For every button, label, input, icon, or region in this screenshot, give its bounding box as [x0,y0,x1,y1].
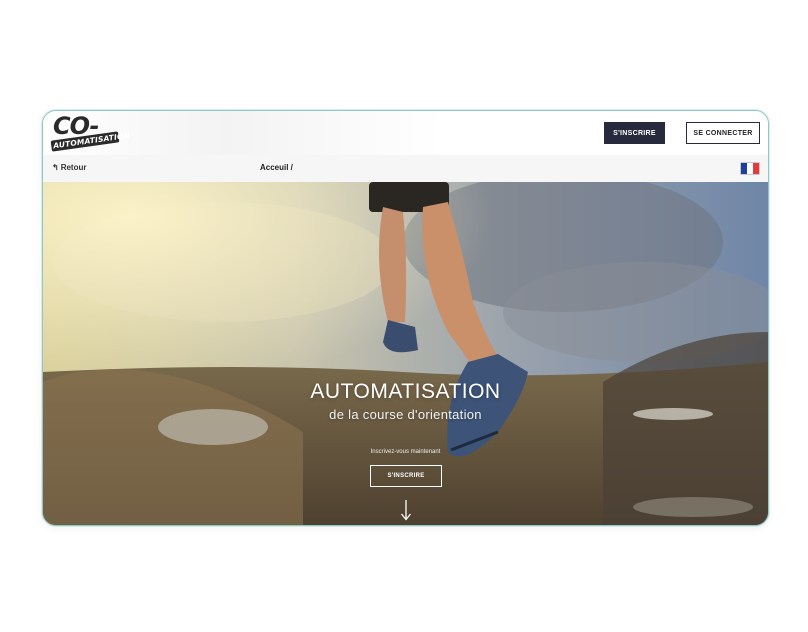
hero-banner: AUTOMATISATION de la course d'orientatio… [43,182,768,525]
hero-signup-button[interactable]: S'INSCRIRE [370,465,442,487]
hero-subtitle: de la course d'orientation [329,407,482,422]
hero-cta-text: Inscrivez-vous maintenant [370,449,441,455]
co-automatisation-logo[interactable]: CO- AUTOMATISATION [50,112,131,152]
arrow-down-icon[interactable] [400,499,412,521]
login-button[interactable]: SE CONNECTER [686,122,760,144]
browser-window: CO- AUTOMATISATION S'INSCRIRE SE CONNECT… [42,110,769,526]
back-link[interactable]: ↱ Retour [52,163,86,172]
site-header: CO- AUTOMATISATION S'INSCRIRE SE CONNECT… [43,111,768,156]
back-label: Retour [60,163,87,172]
navigation-bar: ↱ Retour Acceuil / [43,155,768,183]
fr-flag-icon[interactable] [741,163,759,174]
breadcrumb[interactable]: Acceuil / [260,163,293,172]
signup-button[interactable]: S'INSCRIRE [604,122,665,144]
hero-title: AUTOMATISATION [310,380,501,403]
back-arrow-icon: ↱ [52,163,59,172]
